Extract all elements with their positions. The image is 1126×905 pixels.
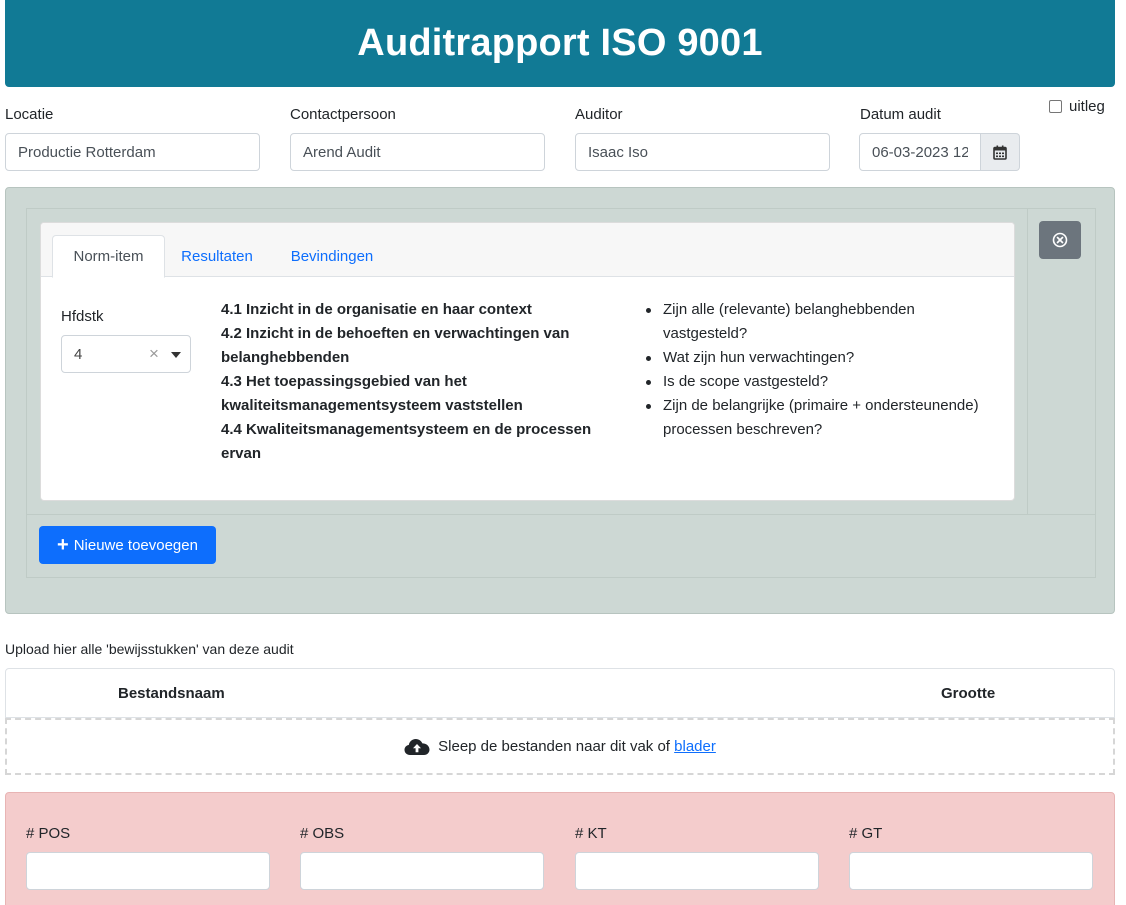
gt-label: # GT <box>849 825 883 842</box>
gt-input[interactable] <box>849 852 1093 890</box>
col-bestandsnaam: Bestandsnaam <box>118 685 225 702</box>
pos-label: # POS <box>26 825 71 842</box>
calendar-button[interactable] <box>981 133 1020 171</box>
question-item: Wat zijn hun verwachtingen? <box>645 346 985 370</box>
locatie-input[interactable] <box>5 133 260 171</box>
question-item: Zijn de belangrijke (primaire + onderste… <box>645 394 985 442</box>
remove-button[interactable] <box>1039 221 1081 259</box>
norm-item: 4.3 Het toepassingsgebied van het kwalit… <box>221 373 523 414</box>
tab-bar: Norm-item Resultaten Bevindingen <box>41 223 1014 278</box>
tab-bevindingen[interactable]: Bevindingen <box>271 235 393 278</box>
tab-norm-item[interactable]: Norm-item <box>52 235 165 278</box>
obs-label: # OBS <box>300 825 345 842</box>
chevron-down-icon[interactable] <box>171 352 181 358</box>
norm-panel: Norm-item Resultaten Bevindingen Hfdstk … <box>5 187 1115 614</box>
col-grootte: Grootte <box>941 685 996 702</box>
norm-item: 4.1 Inzicht in de organisatie en haar co… <box>221 301 532 318</box>
question-list: Zijn alle (relevante) belanghebbenden va… <box>645 298 985 442</box>
hfdstk-value: 4 <box>74 346 83 363</box>
divider <box>1027 209 1028 514</box>
cloud-upload-icon <box>404 738 430 755</box>
hfdstk-select[interactable]: 4 × <box>61 335 191 373</box>
clear-icon[interactable]: × <box>149 344 159 364</box>
browse-link[interactable]: blader <box>674 738 716 755</box>
counts-panel: # POS # OBS # KT # GT <box>5 792 1115 905</box>
locatie-label: Locatie <box>5 106 54 123</box>
hfdstk-label: Hfdstk <box>61 308 104 325</box>
datum-group <box>859 133 1020 171</box>
kt-input[interactable] <box>575 852 819 890</box>
datum-label: Datum audit <box>860 106 941 123</box>
page-title: Auditrapport ISO 9001 <box>357 22 763 64</box>
drop-text: Sleep de bestanden naar dit vak of <box>438 738 670 755</box>
divider <box>27 514 1095 515</box>
add-new-label: Nieuwe toevoegen <box>73 536 198 554</box>
datum-input[interactable] <box>859 133 981 171</box>
norm-items: 4.1 Inzicht in de organisatie en haar co… <box>221 298 606 466</box>
question-item: Is de scope vastgesteld? <box>645 370 985 394</box>
norm-item: 4.2 Inzicht in de behoeften en verwachti… <box>221 325 570 366</box>
calendar-icon <box>993 145 1007 160</box>
kt-label: # KT <box>575 825 607 842</box>
auditor-input[interactable] <box>575 133 830 171</box>
pos-input[interactable] <box>26 852 270 890</box>
files-table-header: Bestandsnaam Grootte <box>5 668 1115 718</box>
upload-intro: Upload hier alle 'bewijsstukken' van dez… <box>5 641 294 657</box>
page-header: Auditrapport ISO 9001 <box>5 0 1115 87</box>
uitleg-label: uitleg <box>1069 98 1105 115</box>
add-new-button[interactable]: + Nieuwe toevoegen <box>39 526 216 564</box>
contact-label: Contactpersoon <box>290 106 396 123</box>
tab-resultaten[interactable]: Resultaten <box>165 235 269 278</box>
circle-x-icon <box>1052 232 1068 248</box>
file-dropzone[interactable]: Sleep de bestanden naar dit vak of blade… <box>5 718 1115 775</box>
obs-input[interactable] <box>300 852 544 890</box>
plus-icon: + <box>57 534 69 556</box>
uitleg-checkbox[interactable] <box>1049 100 1062 113</box>
question-item: Zijn alle (relevante) belanghebbenden va… <box>645 298 985 346</box>
uitleg-toggle[interactable]: uitleg <box>1049 98 1105 115</box>
norm-card: Norm-item Resultaten Bevindingen Hfdstk … <box>40 222 1015 501</box>
norm-item: 4.4 Kwaliteitsmanagementsysteem en de pr… <box>221 421 592 462</box>
auditor-label: Auditor <box>575 106 623 123</box>
contact-input[interactable] <box>290 133 545 171</box>
